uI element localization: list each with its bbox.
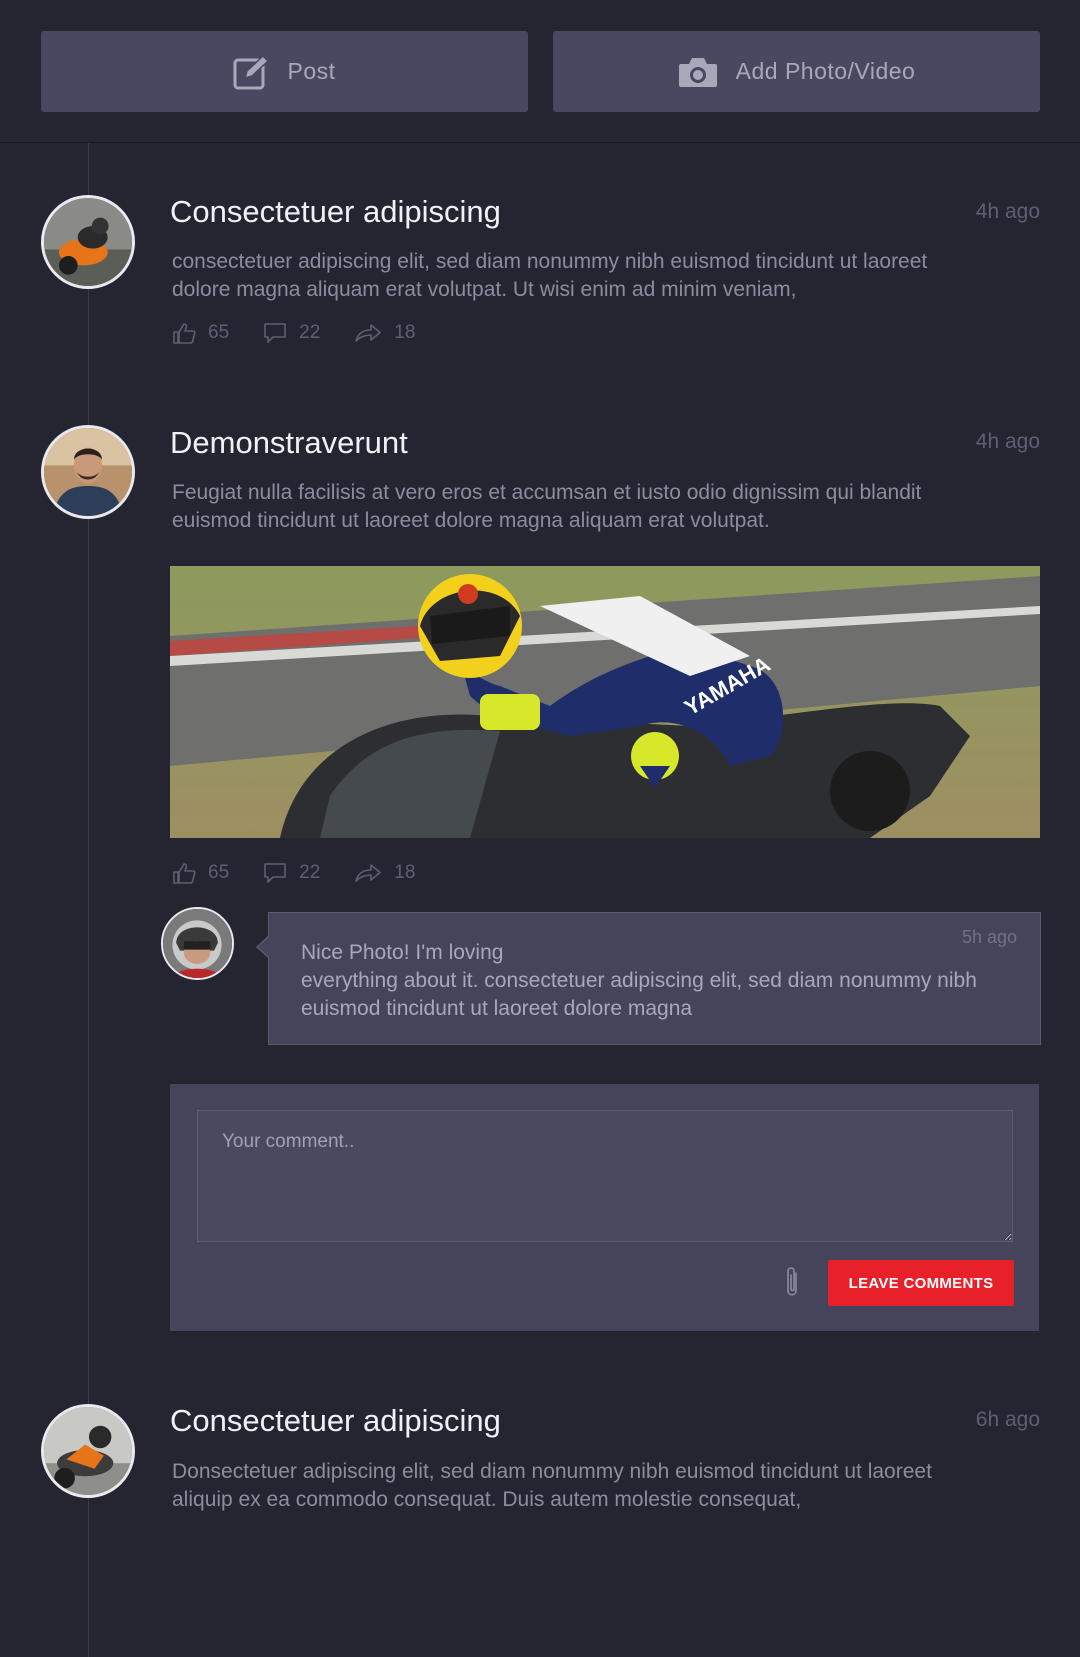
share-arrow-icon xyxy=(354,322,382,344)
timeline-page: Post Add Photo/Video Consectetuer adipis… xyxy=(0,0,1080,1657)
post-button[interactable]: Post xyxy=(41,31,528,112)
commenter-avatar[interactable] xyxy=(161,907,234,980)
post-button-label: Post xyxy=(287,58,336,84)
share-action[interactable]: 18 xyxy=(354,862,415,884)
thumbs-up-icon xyxy=(172,862,196,884)
comment-text-line: Nice Photo! I'm loving xyxy=(301,941,504,964)
avatar[interactable] xyxy=(41,1404,135,1498)
share-count: 18 xyxy=(394,322,416,343)
paperclip-icon[interactable] xyxy=(782,1265,802,1306)
thumbs-up-icon xyxy=(172,322,196,344)
composer-toolbar: Post Add Photo/Video xyxy=(0,0,1080,143)
like-action[interactable]: 65 xyxy=(172,862,229,884)
comment-action[interactable]: 22 xyxy=(263,322,320,344)
comment-action[interactable]: 22 xyxy=(263,862,320,884)
comment-bubble: 5h ago Nice Photo! I'm loving everything… xyxy=(256,912,1041,1045)
speech-bubble-icon xyxy=(263,322,287,344)
post-stats: 65 22 18 xyxy=(172,862,415,884)
post-photo[interactable]: YAMAHA xyxy=(170,566,1040,838)
comment-count: 22 xyxy=(299,862,321,883)
post-title: Consectetuer adipiscing xyxy=(170,1403,501,1438)
comment-text: Nice Photo! I'm loving everything about … xyxy=(301,939,1001,1023)
avatar[interactable] xyxy=(41,195,135,289)
post-title: Demonstraverunt xyxy=(170,425,408,460)
post-stats: 65 22 18 xyxy=(172,322,415,344)
like-count: 65 xyxy=(208,322,230,343)
post-timestamp: 6h ago xyxy=(975,1408,1040,1431)
like-action[interactable]: 65 xyxy=(172,322,229,344)
post-body: consectetuer adipiscing elit, sed diam n… xyxy=(172,250,928,301)
comment-text-line: everything about it. consectetuer adipis… xyxy=(301,969,977,1020)
post-timestamp: 4h ago xyxy=(975,430,1040,453)
share-action[interactable]: 18 xyxy=(354,322,415,344)
comment-count: 22 xyxy=(299,322,321,343)
share-arrow-icon xyxy=(354,862,382,884)
leave-comments-button[interactable]: LEAVE COMMENTS xyxy=(828,1260,1014,1306)
post-body: Donsectetuer adipiscing elit, sed diam n… xyxy=(172,1460,932,1511)
add-photo-video-button[interactable]: Add Photo/Video xyxy=(553,31,1040,112)
post-timestamp: 4h ago xyxy=(975,200,1040,223)
edit-icon xyxy=(233,54,270,90)
post-title: Consectetuer adipiscing xyxy=(170,194,501,229)
add-photo-video-label: Add Photo/Video xyxy=(735,58,916,84)
like-count: 65 xyxy=(208,862,230,883)
post-body: Feugiat nulla facilisis at vero eros et … xyxy=(172,481,922,532)
camera-icon xyxy=(678,56,718,88)
comment-input[interactable] xyxy=(197,1110,1013,1242)
speech-bubble-icon xyxy=(263,862,287,884)
avatar[interactable] xyxy=(41,425,135,519)
comment-form: LEAVE COMMENTS xyxy=(170,1084,1039,1331)
share-count: 18 xyxy=(394,862,416,883)
